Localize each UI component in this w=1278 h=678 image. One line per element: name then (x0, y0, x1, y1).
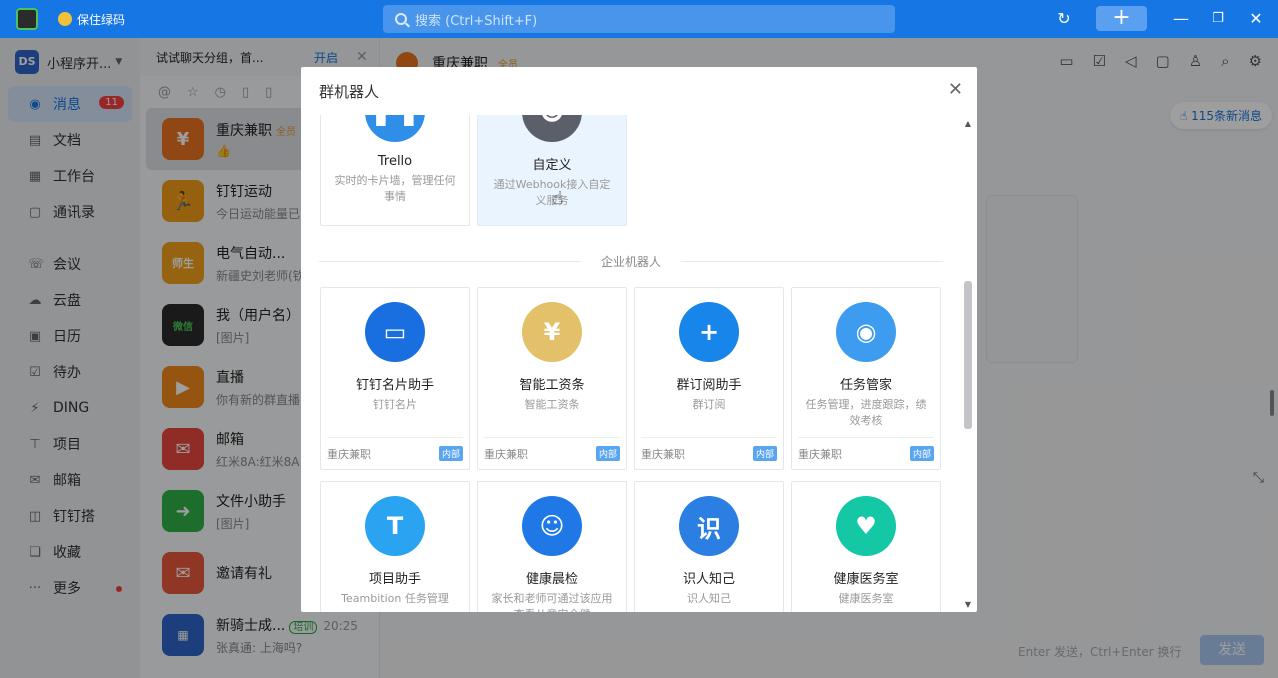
robot-desc: 识人知己 (687, 592, 731, 605)
scroll-down-icon[interactable]: ▼ (963, 600, 973, 609)
maximize-button[interactable]: ❐ (1207, 7, 1229, 31)
dialog-body: ▌▐ Trello 实时的卡片墙，管理任何事情 ☻ 自定义 通过Webhook接… (301, 115, 961, 612)
add-button[interactable]: + (1096, 6, 1147, 31)
robot-name: 健康医务室 (833, 572, 899, 587)
scroll-thumb[interactable] (964, 281, 972, 429)
robot-desc: 智能工资条 (524, 398, 580, 411)
robot-name: 群订阅助手 (676, 378, 742, 393)
search-icon (395, 13, 407, 25)
robot-name: 钉钉名片助手 (355, 378, 434, 393)
robot-card-custom[interactable]: ☻ 自定义 通过Webhook接入自定义服务 (477, 115, 627, 226)
robot-name: 识人知己 (682, 572, 735, 587)
namecard-icon: ▭ (365, 302, 425, 362)
robot-name: 项目助手 (368, 572, 421, 587)
internal-badge: 内部 (595, 446, 620, 461)
robot-desc: Teambition 任务管理 (341, 592, 449, 605)
robot-desc: 实时的卡片墙，管理任何事情 (334, 174, 456, 203)
robot-card[interactable]: ☺ 健康晨检 家长和老师可通过该应用查看儿童安全健 (477, 481, 627, 612)
group-robot-dialog: 群机器人 ✕ ▌▐ Trello 实时的卡片墙，管理任何事情 ☻ 自定义 通过W… (301, 67, 977, 612)
title-bar: 保住绿码 搜索 (Ctrl+Shift+F) ↻ + — ❐ ✕ (0, 0, 1278, 38)
history-icon[interactable]: ↻ (1052, 7, 1076, 31)
robot-owner: 重庆兼职 (484, 447, 528, 461)
dialog-scrollbar[interactable]: ▲ ▼ (963, 119, 973, 609)
subscribe-icon: + (679, 302, 739, 362)
robot-desc: 群订阅 (692, 398, 726, 411)
dialog-title: 群机器人 (319, 82, 380, 101)
robot-card-trello[interactable]: ▌▐ Trello 实时的卡片墙，管理任何事情 (320, 115, 470, 226)
robot-card[interactable]: ▭ 钉钉名片助手 钉钉名片 重庆兼职 内部 (320, 287, 470, 470)
robot-name: 自定义 (532, 158, 572, 173)
robot-desc: 健康医务室 (838, 592, 894, 605)
close-window-button[interactable]: ✕ (1245, 7, 1267, 31)
robot-owner: 重庆兼职 (641, 447, 685, 461)
leaf-icon (58, 12, 72, 26)
robot-name: 健康晨检 (525, 572, 578, 587)
payslip-icon: ¥ (522, 302, 582, 362)
robot-card[interactable]: ♥ 健康医务室 健康医务室 (791, 481, 941, 612)
internal-badge: 内部 (438, 446, 463, 461)
teambition-icon: T (365, 496, 425, 556)
robot-name: 智能工资条 (519, 378, 585, 393)
dialog-close-icon[interactable]: ✕ (948, 79, 963, 100)
robot-owner: 重庆兼职 (327, 447, 371, 461)
internal-badge: 内部 (752, 446, 777, 461)
health-check-icon: ☺ (522, 496, 582, 556)
robot-desc: 家长和老师可通过该应用查看儿童安全健 (491, 592, 613, 612)
heart-plus-icon: ♥ (836, 496, 896, 556)
robot-desc: 钉钉名片 (373, 398, 417, 411)
robot-card[interactable]: ¥ 智能工资条 智能工资条 重庆兼职 内部 (477, 287, 627, 470)
task-icon: ◉ (836, 302, 896, 362)
robot-icon: ☻ (522, 115, 582, 142)
title-app-label: 保住绿码 (77, 12, 126, 27)
app-logo (16, 8, 38, 30)
search-input[interactable]: 搜索 (Ctrl+Shift+F) (383, 5, 895, 33)
minimize-button[interactable]: — (1170, 7, 1192, 31)
title-app[interactable]: 保住绿码 (58, 11, 125, 28)
robot-card[interactable]: 识 识人知己 识人知己 (634, 481, 784, 612)
robot-card[interactable]: T 项目助手 Teambition 任务管理 (320, 481, 470, 612)
internal-badge: 内部 (909, 446, 934, 461)
robot-name: Trello (377, 154, 413, 169)
hand-cursor-icon: ☝ (552, 188, 563, 209)
robot-desc: 任务管理，进度跟踪，绩效考核 (805, 398, 927, 427)
robot-card[interactable]: + 群订阅助手 群订阅 重庆兼职 内部 (634, 287, 784, 470)
robot-card[interactable]: ◉ 任务管家 任务管理，进度跟踪，绩效考核 重庆兼职 内部 (791, 287, 941, 470)
robot-name: 任务管家 (839, 378, 892, 393)
scroll-up-icon[interactable]: ▲ (963, 119, 973, 128)
search-placeholder: 搜索 (Ctrl+Shift+F) (415, 13, 538, 29)
robot-owner: 重庆兼职 (798, 447, 842, 461)
trello-icon: ▌▐ (365, 115, 425, 142)
section-label: 企业机器人 (581, 253, 681, 270)
recognize-icon: 识 (679, 496, 739, 556)
